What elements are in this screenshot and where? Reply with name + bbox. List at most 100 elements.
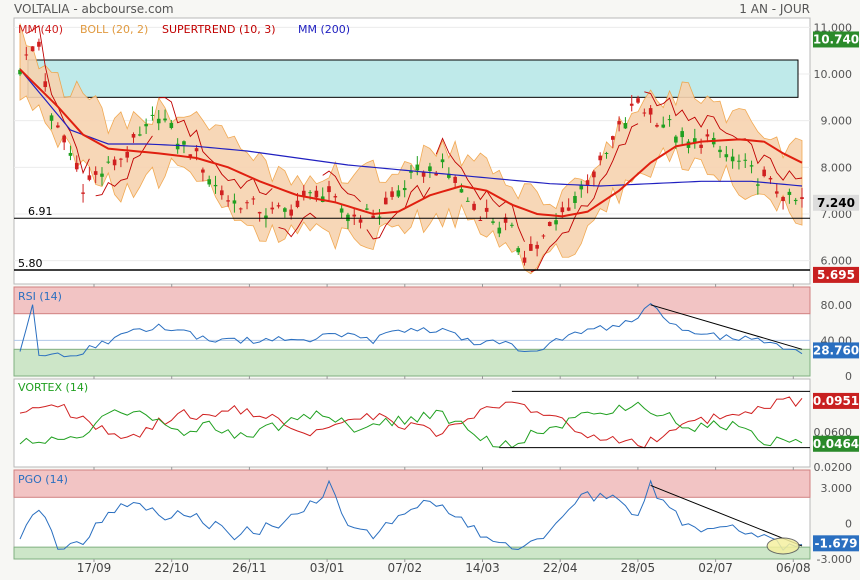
candle-body [163,118,167,121]
x-tick-label: 26/11 [232,561,267,575]
price-tick-label: 8.000 [821,161,853,174]
candle-body [144,124,148,127]
candle-body [232,200,237,204]
x-tick-label: 28/05 [621,561,656,575]
candle-body [131,134,136,138]
candle-body [648,108,653,115]
candle-body [333,196,338,198]
price-tick-label: 10.000 [814,68,853,81]
pgo-tick-label: 3.000 [821,482,853,495]
candle-body [371,215,375,218]
period-label: 1 AN - JOUR [739,2,810,16]
candle-body [283,208,287,212]
candle-body [737,160,741,162]
candle-body [56,125,60,128]
x-tick-label: 22/04 [543,561,578,575]
candle-body [768,177,773,180]
candle-body [358,219,363,223]
high-badge: 10.740 [813,32,859,46]
candle-body [138,134,142,136]
candle-body [238,208,243,210]
candle-body [465,200,470,202]
price-tick-label: 6.000 [821,255,853,268]
rsi-title: RSI (14) [18,290,62,303]
rsi-tick-label: 0 [845,370,852,383]
legend-boll: BOLL (20, 2) [80,23,148,36]
candle-body [730,156,735,162]
pgo-tick-label: 0 [845,517,852,530]
x-tick-label: 02/07 [698,561,733,575]
vortex-title: VORTEX (14) [18,381,88,394]
rsi-tick-label: 80.00 [821,299,853,312]
candle-body [535,244,539,249]
price-tick-label: 9.000 [821,115,853,128]
stock-chart: 6.915.80 11.00010.0009.0008.0007.0006.00… [13,2,859,575]
candle-body [491,221,495,223]
candle-body [566,207,571,211]
candle-body [800,197,804,199]
pgo-value-badge: -1.679 [815,536,858,550]
vortex-minus-badge: 0.0951 [813,394,859,408]
chart-title: VOLTALIA - abcbourse.com [14,2,174,16]
candle-body [617,121,621,125]
x-tick-label: 03/01 [310,561,345,575]
candle-body [680,131,684,138]
candle-body [43,81,48,88]
candle-body [541,235,546,237]
candle-body [661,124,666,128]
candle-body [793,199,798,202]
candle-body [245,202,249,204]
x-tick-label: 22/10 [154,561,189,575]
candle-body [749,165,754,167]
candle-body [201,169,205,173]
chart-root: 6.91 5.80 11.000 10.000 9.000 8.000 7.000 6.00… [0,0,860,580]
candle-body [396,190,401,197]
candle-body [699,144,703,148]
candle-body [150,114,155,116]
candle-body [68,152,73,156]
candle-body [383,197,388,205]
candle-body [377,216,382,218]
x-tick-label: 17/09 [77,561,112,575]
candle-body [484,207,489,212]
candle-body [529,243,533,251]
candle-body [390,191,394,197]
candle-body [365,208,369,210]
rsi-oversold-zone [13,348,811,377]
candle-body [787,191,792,195]
legend-supertrend: SUPERTREND (10, 3) [162,23,276,36]
candle-body [592,171,596,178]
candle-body [611,136,615,140]
candle-body [453,176,457,183]
candle-body [774,191,779,194]
candle-body [667,119,672,121]
candle-body [598,155,602,161]
candle-body [276,205,281,207]
candle-body [756,184,760,186]
candle-body [604,152,609,154]
candle-body [762,169,766,177]
candle-body [175,143,180,150]
candle-body [156,118,161,124]
candle-body [125,151,130,158]
candle-body [112,159,117,166]
candle-body [257,211,262,214]
candle-body [81,192,85,194]
candle-body [705,134,710,137]
candle-body [440,159,445,163]
candle-body [314,190,319,198]
candle-body [295,200,300,208]
candle-body [472,203,476,210]
candle-body [49,115,54,121]
candle-body [573,196,577,203]
candle-body [62,135,66,143]
pgo-highlight [766,537,800,555]
candle-body [207,179,211,185]
candle-body [642,112,647,114]
candle-body [93,171,98,175]
candle-body [510,224,514,226]
candle-body [629,103,634,106]
candle-body [37,41,41,47]
candle-body [352,214,357,217]
candle-body [289,209,293,216]
